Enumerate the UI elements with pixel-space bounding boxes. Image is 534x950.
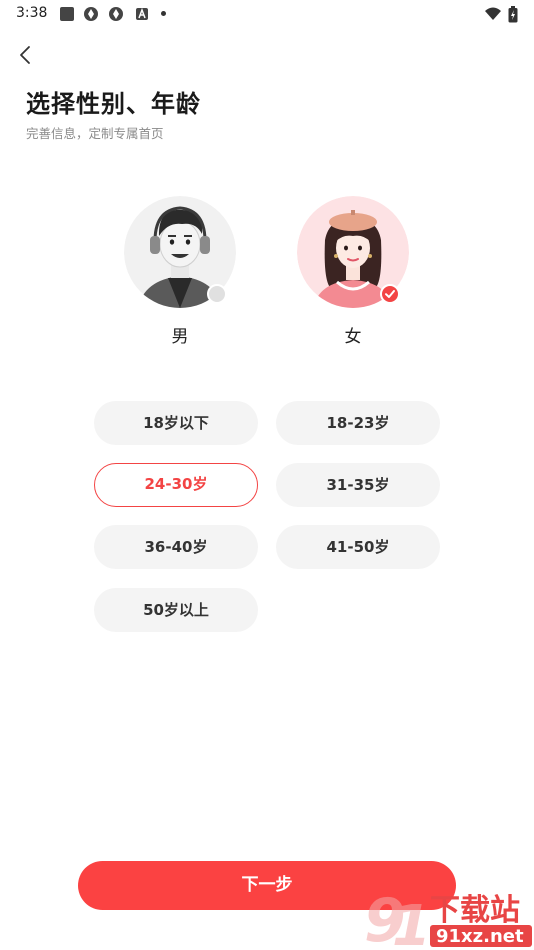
age-option-31-35[interactable]: 31-35岁 xyxy=(276,463,440,507)
gender-option-male[interactable]: 男 xyxy=(124,196,236,356)
page-subtitle: 完善信息，定制专属首页 xyxy=(26,126,164,141)
status-time: 3:38 xyxy=(16,5,48,21)
gender-label-female: 女 xyxy=(344,327,362,347)
checkmark-icon xyxy=(385,290,395,298)
aperture-icon xyxy=(83,6,99,22)
watermark-logo: 9 1 下载站 91xz.net xyxy=(362,883,534,950)
age-option-41-50[interactable]: 41-50岁 xyxy=(276,525,440,569)
gender-option-female[interactable]: 女 xyxy=(297,196,409,356)
status-bar: 3:38 xyxy=(0,0,534,28)
aperture-icon xyxy=(108,6,124,22)
age-option-over-50[interactable]: 50岁以上 xyxy=(94,588,258,632)
a-badge-icon xyxy=(134,6,150,22)
age-option-18-23[interactable]: 18-23岁 xyxy=(276,401,440,445)
svg-text:下载站: 下载站 xyxy=(430,893,520,928)
gender-radio-unchecked xyxy=(207,284,227,304)
battery-charging-icon xyxy=(508,6,518,23)
page-title: 选择性别、年龄 xyxy=(26,90,201,118)
svg-text:91xz.net: 91xz.net xyxy=(436,926,524,947)
age-option-24-30[interactable]: 24-30岁 xyxy=(94,463,258,507)
square-icon xyxy=(59,6,75,22)
wifi-icon xyxy=(484,6,502,22)
svg-text:1: 1 xyxy=(392,894,431,950)
age-option-36-40[interactable]: 36-40岁 xyxy=(94,525,258,569)
back-button[interactable] xyxy=(12,42,40,70)
chevron-left-icon xyxy=(20,46,30,64)
age-option-under-18[interactable]: 18岁以下 xyxy=(94,401,258,445)
gender-radio-checked xyxy=(380,284,400,304)
gender-label-male: 男 xyxy=(171,327,189,347)
dot-icon xyxy=(161,11,166,16)
